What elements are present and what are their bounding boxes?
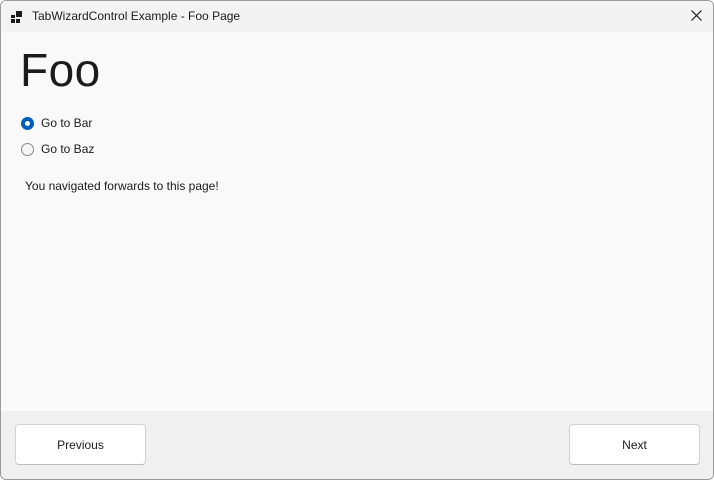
close-button[interactable] (679, 1, 713, 32)
wizard-footer: Previous Next (1, 411, 713, 479)
previous-button[interactable]: Previous (15, 424, 146, 465)
radio-label-go-to-bar[interactable]: Go to Bar (41, 116, 92, 131)
radio-label-go-to-baz[interactable]: Go to Baz (41, 142, 94, 157)
navigation-message: You navigated forwards to this page! (25, 179, 219, 193)
app-icon (11, 10, 23, 23)
next-button[interactable]: Next (569, 424, 700, 465)
radio-go-to-baz[interactable]: Go to Baz (21, 140, 94, 158)
page-title: Foo (20, 44, 101, 96)
radio-button-unchecked[interactable] (21, 142, 34, 156)
radio-button-checked[interactable] (21, 116, 34, 130)
close-icon (690, 8, 702, 26)
title-bar[interactable]: TabWizardControl Example - Foo Page (1, 1, 713, 32)
window-title: TabWizardControl Example - Foo Page (32, 9, 241, 23)
app-window: TabWizardControl Example - Foo Page Foo … (0, 0, 714, 480)
radio-go-to-bar[interactable]: Go to Bar (21, 114, 92, 132)
wizard-page-content: Foo Go to Bar Go to Baz You navigated fo… (1, 32, 713, 411)
